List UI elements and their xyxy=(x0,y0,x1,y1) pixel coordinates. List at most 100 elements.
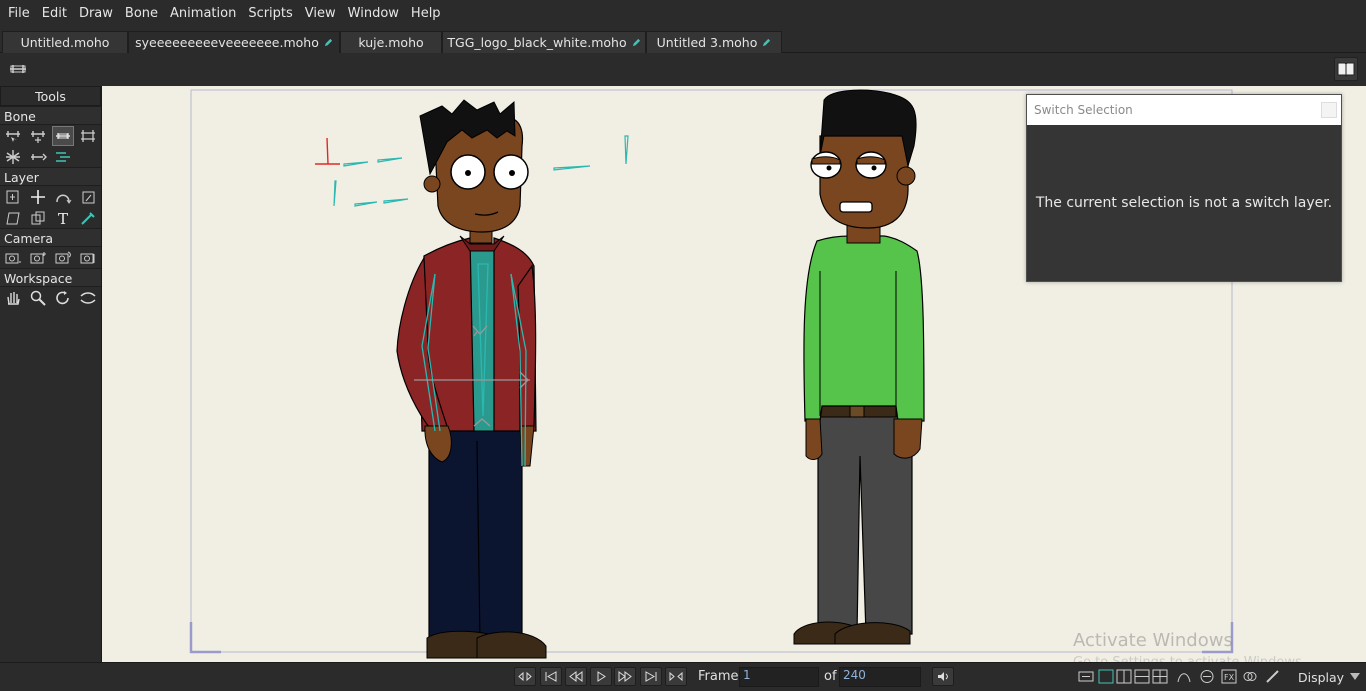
reparent-bone-icon[interactable] xyxy=(77,126,99,146)
total-frames-field[interactable]: 240 xyxy=(839,667,921,687)
skip-to-end-icon xyxy=(645,671,657,682)
scale-layer-icon[interactable] xyxy=(77,187,99,207)
view-single-button[interactable] xyxy=(1097,668,1115,685)
tab-syeeeeeeeeeveeeeeee[interactable]: syeeeeeeeeeveeeeeee.moho xyxy=(128,31,340,53)
grid-toggle-button[interactable] xyxy=(1198,668,1216,685)
loop-icon xyxy=(518,671,532,682)
play-button[interactable] xyxy=(590,667,612,686)
tool-options-bar xyxy=(0,53,1366,85)
zoom-camera-icon[interactable] xyxy=(27,248,49,268)
tab-label: TGG_logo_black_white.moho xyxy=(447,35,627,50)
skip-to-end-button[interactable] xyxy=(640,667,662,686)
select-bone-icon[interactable] xyxy=(2,126,24,146)
character-green-shirt[interactable] xyxy=(793,89,925,645)
menu-bar: File Edit Draw Bone Animation Scripts Vi… xyxy=(0,0,1366,28)
add-bone-icon[interactable] xyxy=(52,126,74,146)
current-frame-field[interactable]: 1 xyxy=(739,667,819,687)
draw-mode-button[interactable] xyxy=(1264,668,1282,685)
frame-label: Frame xyxy=(698,669,739,684)
menu-draw[interactable]: Draw xyxy=(73,0,119,28)
fx-icon: FX xyxy=(1221,669,1237,684)
fx-toggle-button[interactable]: FX xyxy=(1220,668,1238,685)
previous-frame-button[interactable] xyxy=(565,667,587,686)
set-origin-icon[interactable] xyxy=(2,187,24,207)
quad-view-icon xyxy=(1152,669,1168,684)
view-split-vertical-button[interactable] xyxy=(1115,668,1133,685)
hand-tool-icon[interactable] xyxy=(2,288,24,308)
manipulate-bones-icon[interactable] xyxy=(27,147,49,167)
step-forward-icon xyxy=(618,671,632,682)
step-back-icon xyxy=(569,671,583,682)
moho-window: File Edit Draw Bone Animation Scripts Vi… xyxy=(0,0,1366,691)
roll-camera-icon[interactable] xyxy=(52,248,74,268)
split-horizontal-icon xyxy=(1134,669,1150,684)
zoom-tool-icon[interactable] xyxy=(27,288,49,308)
character-red-jacket[interactable] xyxy=(315,99,629,659)
loop-end-button[interactable] xyxy=(665,667,687,686)
tab-label: Untitled 3.moho xyxy=(656,35,758,50)
curves-toggle-button[interactable] xyxy=(1175,668,1193,685)
menu-bone[interactable]: Bone xyxy=(119,0,164,28)
menu-edit[interactable]: Edit xyxy=(36,0,73,28)
selected-bone-marker[interactable] xyxy=(315,137,340,165)
next-frame-button[interactable] xyxy=(614,667,636,686)
play-icon xyxy=(597,671,606,682)
single-view-icon xyxy=(1098,669,1114,684)
curves-icon xyxy=(1177,673,1191,683)
tab-untitled-3[interactable]: Untitled 3.moho xyxy=(646,31,782,53)
switch-panel-message: The current selection is not a switch la… xyxy=(1035,195,1333,211)
switch-panel-title: Switch Selection xyxy=(1034,103,1133,117)
grid-icon xyxy=(1200,670,1214,683)
menu-file[interactable]: File xyxy=(2,0,36,28)
rotate-layer-icon[interactable] xyxy=(52,187,74,207)
modified-pencil-icon xyxy=(324,38,332,47)
timeline-controls: Frame 1 of 240 FX Display xyxy=(0,662,1366,691)
brush-icon xyxy=(1266,670,1279,683)
onion-skin-icon xyxy=(1243,672,1257,681)
tab-tgg-logo[interactable]: TGG_logo_black_white.moho xyxy=(442,31,646,53)
workspace-section-label: Workspace xyxy=(0,268,101,287)
activate-windows-watermark: Activate Windows xyxy=(1073,630,1233,651)
menu-window[interactable]: Window xyxy=(342,0,405,28)
close-icon[interactable] xyxy=(1321,102,1337,118)
shear-layer-icon[interactable] xyxy=(2,208,24,228)
menu-view[interactable]: View xyxy=(299,0,342,28)
rotate-workspace-icon[interactable] xyxy=(52,288,74,308)
menu-animation[interactable]: Animation xyxy=(164,0,242,28)
switch-selection-panel: Switch Selection The current selection i… xyxy=(1026,94,1342,282)
track-camera-icon[interactable] xyxy=(2,248,24,268)
audio-button[interactable] xyxy=(932,667,954,686)
book-icon xyxy=(1337,62,1355,77)
tab-untitled[interactable]: Untitled.moho xyxy=(2,31,128,53)
orbit-workspace-icon[interactable] xyxy=(77,288,99,308)
loop-button[interactable] xyxy=(514,667,536,686)
menu-help[interactable]: Help xyxy=(405,0,447,28)
tools-panel: Tools Bone Layer T Camera Workspace xyxy=(0,86,102,662)
onion-skin-button[interactable] xyxy=(1241,668,1259,685)
fit-view-button[interactable] xyxy=(1077,668,1095,685)
view-quad-button[interactable] xyxy=(1151,668,1169,685)
library-button[interactable] xyxy=(1334,57,1358,81)
bone-options-icon[interactable] xyxy=(7,59,29,79)
tab-kuje[interactable]: kuje.moho xyxy=(340,31,442,53)
speaker-icon xyxy=(938,672,948,681)
loop-end-icon xyxy=(669,671,683,682)
svg-text:FX: FX xyxy=(1224,673,1235,682)
transform-bone-icon[interactable] xyxy=(27,126,49,146)
bone-strength-icon[interactable] xyxy=(2,147,24,167)
layer-selector-icon[interactable] xyxy=(27,208,49,228)
menu-scripts[interactable]: Scripts xyxy=(242,0,298,28)
skip-to-start-icon xyxy=(545,671,557,682)
translate-layer-icon[interactable] xyxy=(27,187,49,207)
fit-view-icon xyxy=(1078,671,1094,682)
bone-physics-icon[interactable] xyxy=(52,147,74,167)
chevron-down-icon[interactable] xyxy=(1350,673,1360,680)
text-tool-icon[interactable]: T xyxy=(52,208,74,228)
tab-label: kuje.moho xyxy=(358,35,424,50)
display-quality-label[interactable]: Display xyxy=(1298,670,1344,685)
eyedropper-icon[interactable] xyxy=(77,208,99,228)
rewind-to-start-button[interactable] xyxy=(540,667,562,686)
switch-panel-header[interactable]: Switch Selection xyxy=(1027,95,1341,125)
view-split-horizontal-button[interactable] xyxy=(1133,668,1151,685)
pan-tilt-camera-icon[interactable] xyxy=(77,248,99,268)
